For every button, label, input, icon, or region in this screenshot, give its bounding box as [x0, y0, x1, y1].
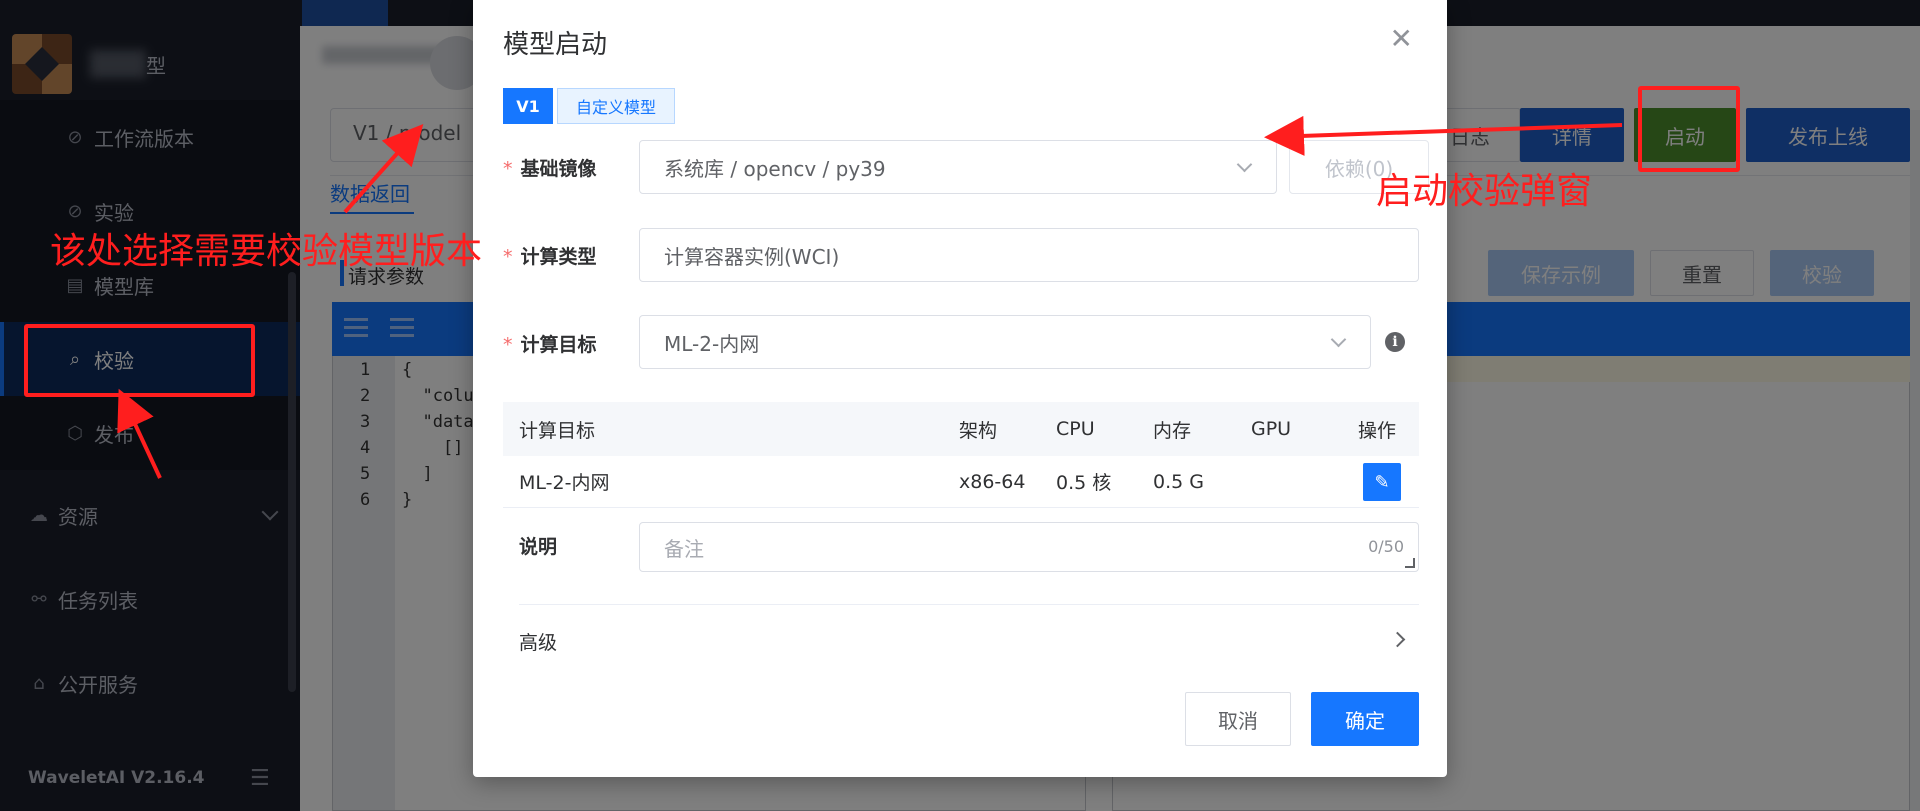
annotation-arrows [117, 115, 1623, 479]
arrow-to-dialog [1264, 115, 1623, 156]
arrow-to-verify-menu [117, 388, 162, 479]
arrow-to-version-select [343, 124, 424, 214]
